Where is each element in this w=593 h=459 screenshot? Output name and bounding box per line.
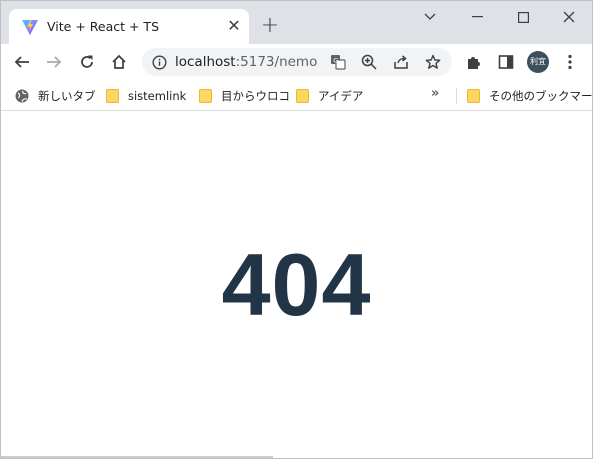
tab-title: Vite + React + TS (47, 19, 159, 34)
bookmark-folder-sistemlink[interactable]: sistemlink (106, 86, 186, 106)
zoom-button[interactable] (359, 52, 379, 72)
folder-icon (199, 89, 212, 103)
side-panel-button[interactable] (495, 51, 517, 73)
bookmark-label: その他のブックマーク (489, 89, 593, 103)
share-button[interactable] (391, 52, 411, 72)
url-text[interactable]: localhost:5173/nemo (175, 54, 317, 70)
address-bar[interactable]: localhost:5173/nemo G (142, 48, 452, 76)
folder-icon (296, 89, 309, 103)
tab-vite[interactable]: Vite + React + TS ✕ (9, 9, 249, 44)
browser-menu-button[interactable] (559, 51, 581, 73)
tab-search-button[interactable] (407, 4, 453, 30)
bookmark-label: sistemlink (128, 89, 187, 103)
horizontal-scroll-indicator (1, 456, 273, 458)
share-icon (394, 55, 408, 69)
profile-avatar[interactable]: 利宜 (527, 51, 549, 73)
reload-button[interactable] (76, 51, 98, 73)
bookmarks-overflow-button[interactable]: » (431, 86, 439, 101)
zoom-in-icon (361, 54, 377, 70)
back-button[interactable] (11, 51, 33, 73)
forward-button[interactable] (43, 51, 65, 73)
reload-icon (81, 55, 93, 68)
site-info-button[interactable] (149, 52, 169, 72)
minimize-icon (471, 16, 483, 18)
bookmarks-bar: 新しいタブ sistemlink 目からウロコ アイデア » その他のブックマー… (1, 80, 593, 111)
chevron-down-icon (424, 13, 436, 20)
star-icon (425, 54, 441, 69)
globe-icon (15, 89, 29, 103)
folder-icon (467, 89, 480, 103)
bookmark-star-button[interactable] (423, 52, 443, 72)
info-icon (151, 54, 167, 70)
home-icon (112, 54, 126, 69)
minimize-button[interactable] (454, 4, 500, 30)
translate-button[interactable]: G (328, 52, 348, 72)
arrow-right-icon (47, 56, 62, 68)
folder-icon (106, 89, 119, 103)
home-button[interactable] (108, 51, 130, 73)
svg-text:G: G (333, 56, 338, 64)
not-found-heading: 404 (221, 235, 372, 334)
bookmark-folder-mekara-uroko[interactable]: 目からウロコ (199, 86, 290, 106)
maximize-icon (517, 11, 529, 23)
bookmarks-divider (456, 88, 457, 104)
maximize-button[interactable] (500, 4, 546, 30)
translate-icon: G (331, 55, 346, 70)
browser-window: Vite + React + TS ✕ + localhost:5173/nem… (0, 0, 593, 459)
bookmark-new-tab[interactable]: 新しいタブ (15, 86, 96, 106)
kebab-menu-icon (568, 54, 572, 70)
close-icon (563, 11, 575, 23)
arrow-left-icon (14, 56, 29, 68)
bookmark-folder-idea[interactable]: アイデア (296, 86, 363, 106)
new-tab-button[interactable]: + (259, 15, 281, 37)
close-window-button[interactable] (546, 4, 592, 30)
puzzle-icon (468, 57, 480, 69)
bookmark-label: 目からウロコ (221, 89, 290, 103)
vite-logo-icon (22, 19, 38, 35)
bookmark-other-folder[interactable]: その他のブックマーク (467, 86, 593, 106)
tab-close-button[interactable]: ✕ (225, 17, 243, 35)
browser-toolbar: localhost:5173/nemo G 利宜 (1, 44, 592, 80)
bookmark-label: 新しいタブ (38, 89, 96, 103)
page-content: 404 (1, 112, 592, 458)
extensions-button[interactable] (463, 51, 485, 73)
url-path: :5173/nemo (235, 54, 318, 70)
side-panel-icon (498, 55, 514, 69)
url-host: localhost (175, 54, 236, 70)
bookmark-label: アイデア (318, 89, 364, 103)
tab-strip: Vite + React + TS ✕ + (1, 1, 592, 44)
